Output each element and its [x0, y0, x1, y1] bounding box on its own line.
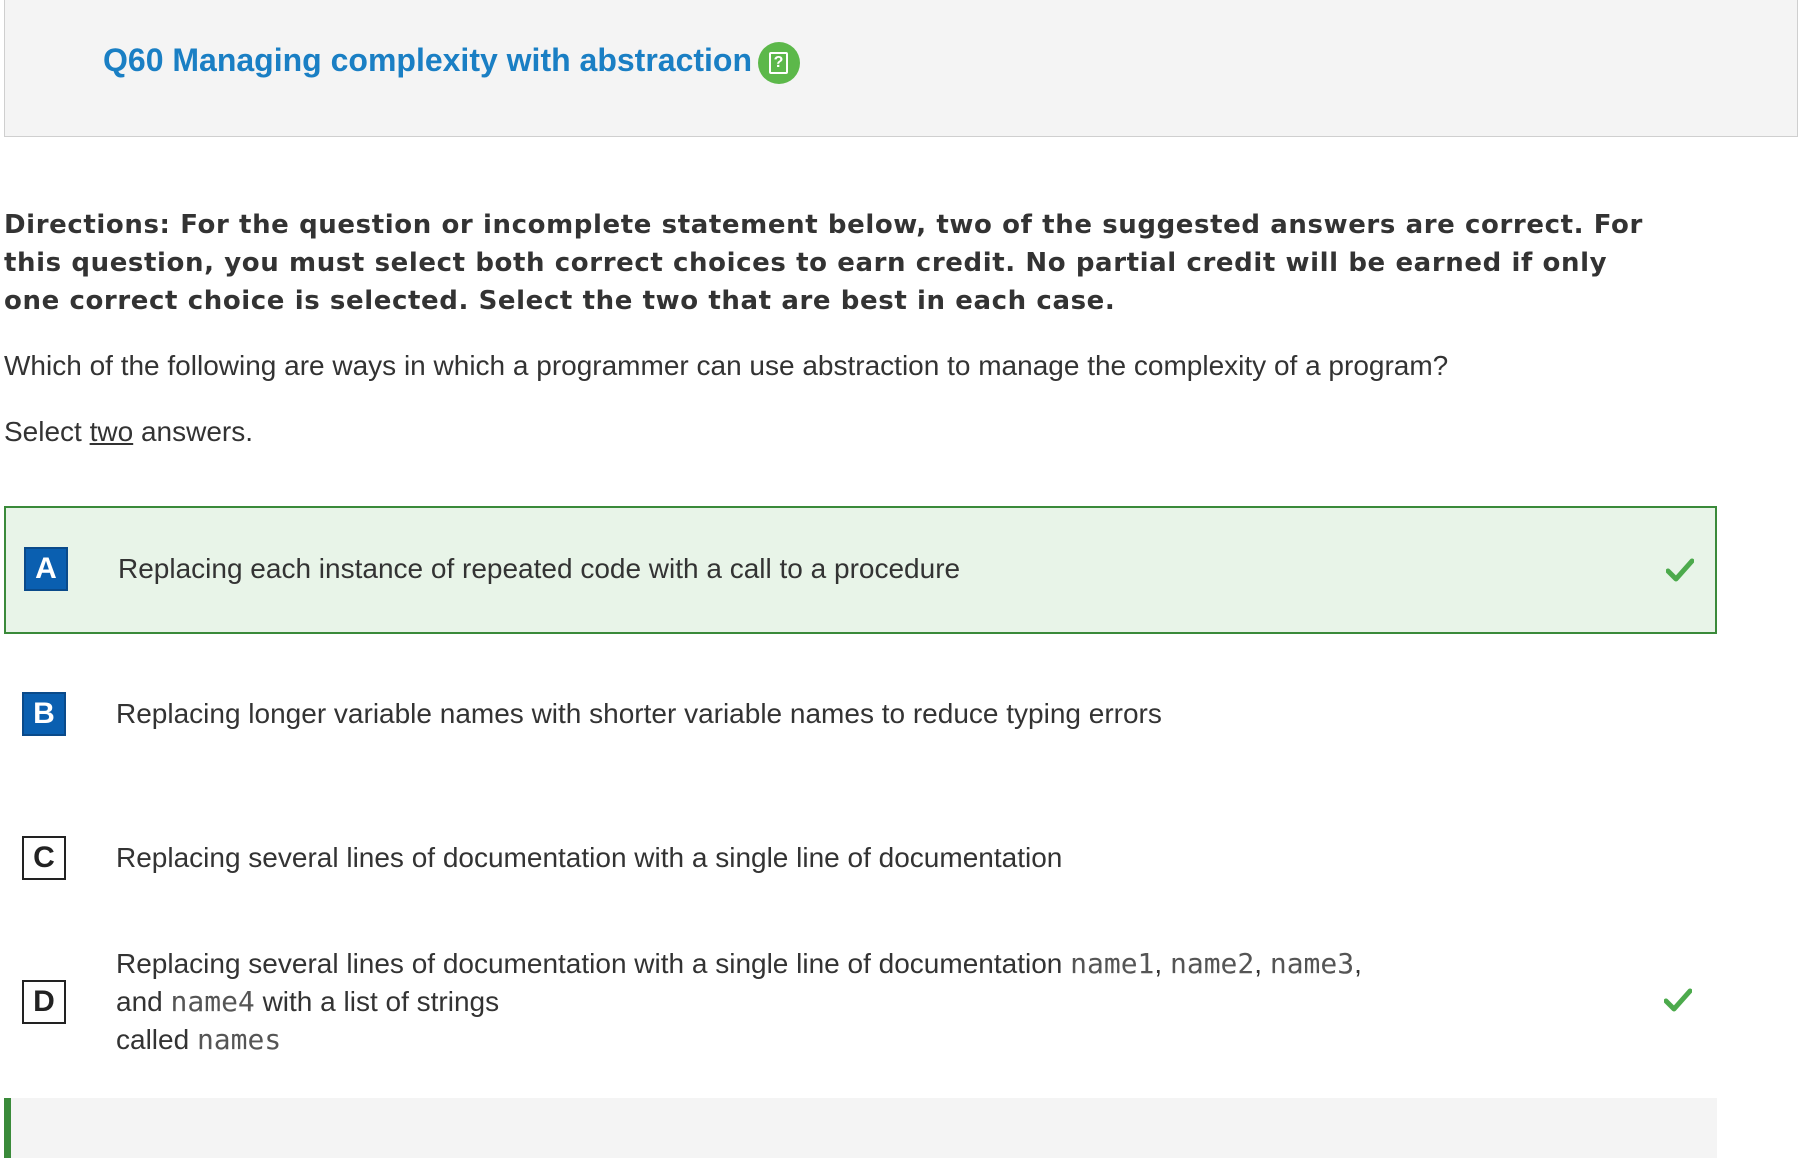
- choice-text-b: Replacing longer variable names with sho…: [116, 698, 1162, 729]
- code-names: names: [196, 1023, 282, 1056]
- choice-d-text-4: called: [116, 1024, 190, 1055]
- question-prompt: Which of the following are ways in which…: [4, 350, 1449, 381]
- select-count-note: Select two answers.: [4, 416, 253, 448]
- choice-d-text-3: with a list of strings: [262, 986, 500, 1017]
- choice-d-line-3: called names: [116, 1021, 1516, 1059]
- code-name2: name2: [1169, 947, 1255, 980]
- choice-d-line-2: and name4 with a list of strings: [116, 983, 1516, 1021]
- select-note-before: Select: [4, 416, 90, 447]
- choice-d-line-1: Replacing several lines of documentation…: [116, 945, 1516, 983]
- select-note-count: two: [89, 416, 134, 447]
- explanation-panel: [4, 1098, 1717, 1158]
- choice-b[interactable]: B Replacing longer variable names with s…: [4, 650, 1717, 778]
- checkmark-icon: [1666, 558, 1694, 582]
- choice-text-a: Replacing each instance of repeated code…: [118, 553, 961, 584]
- help-icon[interactable]: ?: [758, 42, 800, 84]
- choice-letter-c: C: [22, 836, 66, 880]
- directions-text: Directions: For the question or incomple…: [4, 210, 1643, 316]
- code-name1: name1: [1070, 947, 1155, 980]
- select-note-after: answers.: [133, 416, 254, 447]
- choice-letter-d: D: [22, 980, 66, 1024]
- question-title: Q60 Managing complexity with abstraction: [103, 42, 753, 78]
- choice-d-text-2: and: [116, 986, 163, 1017]
- code-name4: name4: [170, 985, 255, 1018]
- choice-c[interactable]: C Replacing several lines of documentati…: [4, 794, 1717, 922]
- checkmark-icon: [1664, 988, 1692, 1012]
- choice-letter-a: A: [24, 547, 68, 591]
- sep-3: ,: [1354, 948, 1362, 979]
- question-header: Q60 Managing complexity with abstraction…: [4, 0, 1798, 137]
- choice-text-d: Replacing several lines of documentation…: [116, 945, 1516, 1059]
- code-name3: name3: [1269, 947, 1355, 980]
- choice-a[interactable]: A Replacing each instance of repeated co…: [4, 506, 1717, 634]
- choice-letter-b: B: [22, 692, 66, 736]
- sep-1: ,: [1154, 948, 1163, 979]
- choice-d[interactable]: D Replacing several lines of documentati…: [4, 938, 1717, 1078]
- sep-2: ,: [1254, 948, 1263, 979]
- choice-text-c: Replacing several lines of documentation…: [116, 842, 1063, 873]
- choice-d-text-1: Replacing several lines of documentation…: [116, 948, 1063, 979]
